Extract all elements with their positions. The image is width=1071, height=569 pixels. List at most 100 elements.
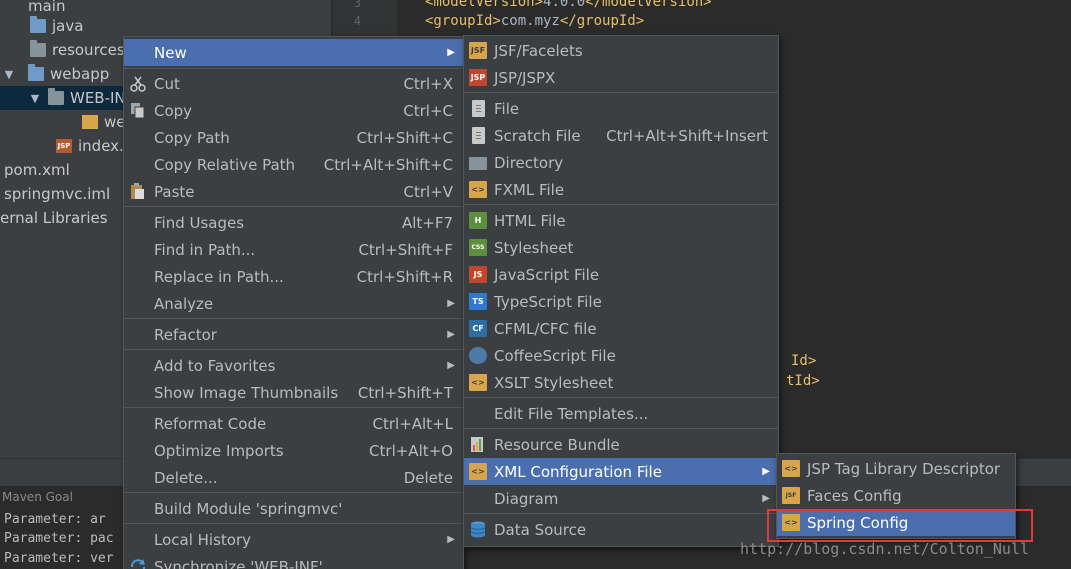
menu-item-synchronize[interactable]: Synchronize 'WEB-INF' bbox=[124, 553, 463, 569]
menu-shortcut: Ctrl+Alt+L bbox=[372, 414, 454, 433]
menu-item-optimize-imports[interactable]: Optimize Imports Ctrl+Alt+O bbox=[124, 437, 463, 464]
submenu-arrow-icon: ▶ bbox=[447, 329, 455, 340]
menu-item-jsp-jspx[interactable]: JSP JSP/JSPX bbox=[464, 64, 778, 91]
tree-item-index-jsp[interactable]: JSP index. bbox=[56, 134, 124, 158]
menu-label: File bbox=[494, 99, 520, 118]
menu-item-file[interactable]: File bbox=[464, 95, 778, 122]
menu-separator bbox=[124, 349, 463, 350]
project-context-menu: New ▶ Cut Ctrl+X Copy Ctrl+C Copy Path C… bbox=[123, 36, 464, 569]
tree-item-springmvc-iml[interactable]: springmvc.iml bbox=[4, 182, 110, 206]
menu-item-jsf-facelets[interactable]: JSF JSF/Facelets bbox=[464, 37, 778, 64]
menu-item-javascript-file[interactable]: JS JavaScript File bbox=[464, 261, 778, 288]
menu-label: FXML File bbox=[494, 180, 565, 199]
menu-item-copy-relative-path[interactable]: Copy Relative Path Ctrl+Alt+Shift+C bbox=[124, 151, 463, 178]
menu-shortcut: Ctrl+Shift+C bbox=[356, 128, 453, 147]
menu-item-fxml-file[interactable]: <> FXML File bbox=[464, 176, 778, 203]
menu-separator bbox=[124, 492, 463, 493]
menu-item-find-usages[interactable]: Find Usages Alt+F7 bbox=[124, 209, 463, 236]
annotation-highlight-box bbox=[767, 509, 1033, 542]
menu-label: Reformat Code bbox=[154, 414, 267, 433]
menu-item-typescript-file[interactable]: TS TypeScript File bbox=[464, 288, 778, 315]
menu-shortcut: Ctrl+V bbox=[403, 182, 453, 201]
tree-label: springmvc.iml bbox=[4, 185, 111, 203]
menu-item-local-history[interactable]: Local History ▶ bbox=[124, 526, 463, 553]
menu-item-coffeescript-file[interactable]: CoffeeScript File bbox=[464, 342, 778, 369]
menu-label: CoffeeScript File bbox=[494, 346, 616, 365]
menu-label: JSF/Facelets bbox=[494, 41, 583, 60]
tree-item-webapp[interactable]: ▼ webapp bbox=[2, 62, 109, 86]
menu-label: CFML/CFC file bbox=[494, 319, 597, 338]
menu-item-copy-path[interactable]: Copy Path Ctrl+Shift+C bbox=[124, 124, 463, 151]
tree-item-pom-xml[interactable]: pom.xml bbox=[4, 158, 70, 182]
menu-separator bbox=[124, 523, 463, 524]
menu-item-html-file[interactable]: H HTML File bbox=[464, 207, 778, 234]
jsf-icon: JSF bbox=[469, 42, 487, 59]
fxml-icon: <> bbox=[469, 181, 487, 198]
menu-item-show-image-thumbnails[interactable]: Show Image Thumbnails Ctrl+Shift+T bbox=[124, 379, 463, 406]
cf-icon: CF bbox=[469, 320, 487, 337]
menu-item-edit-file-templates[interactable]: Edit File Templates... bbox=[464, 400, 778, 427]
menu-label: Directory bbox=[494, 153, 564, 172]
menu-item-directory[interactable]: Directory bbox=[464, 149, 778, 176]
menu-shortcut: Ctrl+C bbox=[403, 101, 453, 120]
xml-tag: </groupId> bbox=[559, 13, 645, 29]
menu-item-paste[interactable]: Paste Ctrl+V bbox=[124, 178, 463, 205]
resource-bundle-icon bbox=[469, 436, 487, 453]
menu-item-copy[interactable]: Copy Ctrl+C bbox=[124, 97, 463, 124]
menu-label: Refactor bbox=[154, 325, 217, 344]
tree-item-resources[interactable]: resources bbox=[30, 38, 125, 62]
menu-item-xslt-stylesheet[interactable]: <> XSLT Stylesheet bbox=[464, 369, 778, 396]
watermark: http://blog.csdn.net/Colton_Null bbox=[740, 540, 1029, 558]
expand-arrow-icon[interactable]: ▼ bbox=[28, 92, 42, 105]
menu-label: Analyze bbox=[154, 294, 214, 313]
menu-item-xml-configuration-file[interactable]: <> XML Configuration File ▶ bbox=[464, 458, 778, 485]
folder-icon bbox=[48, 88, 64, 105]
tree-item-java[interactable]: java bbox=[30, 14, 83, 38]
code-line: <groupId>com.myz</groupId> bbox=[425, 13, 644, 29]
expand-arrow-icon[interactable]: ▼ bbox=[2, 68, 16, 81]
scissors-icon bbox=[129, 75, 147, 92]
menu-item-find-in-path[interactable]: Find in Path... Ctrl+Shift+F bbox=[124, 236, 463, 263]
menu-label: Faces Config bbox=[807, 486, 902, 505]
menu-item-refactor[interactable]: Refactor ▶ bbox=[124, 321, 463, 348]
submenu-arrow-icon: ▶ bbox=[447, 298, 455, 309]
menu-item-cfml-cfc-file[interactable]: CF CFML/CFC file bbox=[464, 315, 778, 342]
menu-item-delete[interactable]: Delete... Delete bbox=[124, 464, 463, 491]
xml-icon: <> bbox=[469, 463, 487, 480]
menu-shortcut: Ctrl+Shift+T bbox=[357, 383, 453, 402]
menu-item-stylesheet[interactable]: CSS Stylesheet bbox=[464, 234, 778, 261]
tree-item-external-libraries[interactable]: ernal Libraries bbox=[0, 206, 108, 230]
xml-tag: <groupId> bbox=[425, 13, 501, 29]
menu-label: Edit File Templates... bbox=[494, 404, 649, 423]
menu-item-add-to-favorites[interactable]: Add to Favorites ▶ bbox=[124, 352, 463, 379]
tree-label: ernal Libraries bbox=[0, 209, 108, 227]
xml-file-icon bbox=[82, 115, 98, 129]
menu-item-replace-in-path[interactable]: Replace in Path... Ctrl+Shift+R bbox=[124, 263, 463, 290]
menu-item-cut[interactable]: Cut Ctrl+X bbox=[124, 70, 463, 97]
menu-item-diagram[interactable]: Diagram ▶ bbox=[464, 485, 778, 512]
new-submenu: JSF JSF/Facelets JSP JSP/JSPX File Scrat… bbox=[463, 35, 779, 547]
menu-item-faces-config[interactable]: JSF Faces Config bbox=[777, 482, 1015, 509]
menu-separator bbox=[464, 428, 778, 429]
menu-item-resource-bundle[interactable]: Resource Bundle bbox=[464, 431, 778, 458]
menu-item-jsp-tag-library-descriptor[interactable]: <> JSP Tag Library Descriptor bbox=[777, 455, 1015, 482]
tree-item-web-xml[interactable]: we bbox=[82, 110, 126, 134]
database-icon bbox=[469, 521, 487, 538]
menu-item-data-source[interactable]: Data Source bbox=[464, 516, 778, 543]
menu-label: JSP/JSPX bbox=[494, 68, 556, 87]
menu-shortcut: Alt+F7 bbox=[401, 213, 453, 232]
menu-item-reformat-code[interactable]: Reformat Code Ctrl+Alt+L bbox=[124, 410, 463, 437]
tree-label: main bbox=[28, 0, 66, 15]
menu-label: Local History bbox=[154, 530, 252, 549]
menu-shortcut: Ctrl+Alt+Shift+Insert bbox=[606, 126, 768, 145]
scratch-file-icon bbox=[472, 127, 485, 144]
menu-label: XSLT Stylesheet bbox=[494, 373, 614, 392]
menu-item-scratch-file[interactable]: Scratch File Ctrl+Alt+Shift+Insert bbox=[464, 122, 778, 149]
xml-text: 4.0.0 bbox=[543, 0, 586, 10]
menu-shortcut: Delete bbox=[403, 468, 453, 487]
menu-item-analyze[interactable]: Analyze ▶ bbox=[124, 290, 463, 317]
tree-label: WEB-IN bbox=[70, 89, 126, 107]
menu-item-new[interactable]: New ▶ bbox=[124, 39, 463, 66]
menu-item-build-module[interactable]: Build Module 'springmvc' bbox=[124, 495, 463, 522]
menu-shortcut: Ctrl+Alt+O bbox=[369, 441, 453, 460]
